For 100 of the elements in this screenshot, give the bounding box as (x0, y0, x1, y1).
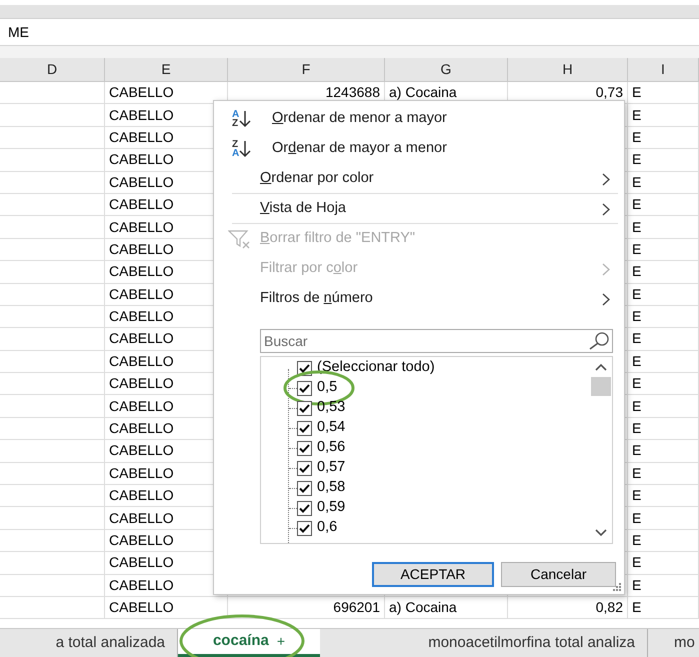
menu-item[interactable]: Z A Ordenar de mayor a menor (214, 134, 624, 164)
dialog-button[interactable]: Cancelar (501, 562, 616, 587)
scroll-thumb[interactable] (591, 377, 611, 396)
checkbox-label[interactable]: 0,54 (317, 417, 346, 439)
table-cell-text: E (632, 441, 642, 460)
search-field[interactable]: Buscar (260, 329, 613, 353)
checkbox[interactable] (297, 500, 312, 516)
table-cell-text: CABELLO (109, 553, 174, 572)
checkmark-icon (299, 504, 310, 512)
table-cell-text: 0,73 (596, 83, 623, 102)
chevron-right-icon (602, 292, 610, 306)
checkmark-icon (299, 464, 310, 472)
table-cell-text: CABELLO (109, 307, 174, 326)
sheet-tab[interactable]: mo (648, 629, 699, 657)
sheet-tab[interactable]: cocaína + (178, 629, 320, 657)
resize-grip-icon[interactable] (613, 583, 621, 591)
formula-bar-text: ME (8, 22, 29, 42)
table-cell-text: CABELLO (109, 598, 174, 618)
menu-item[interactable]: Ordenar por color (214, 164, 624, 194)
table-cell-text: CABELLO (109, 128, 174, 147)
checkbox-label[interactable]: 0,57 (317, 457, 346, 479)
menu-item[interactable]: A Z Ordenar de menor a mayor (214, 104, 624, 134)
checkbox[interactable] (297, 400, 312, 416)
menu-item[interactable]: Vista de Hoja (214, 194, 624, 224)
table-cell-text: CABELLO (109, 218, 174, 237)
search-input[interactable]: Buscar (264, 330, 588, 352)
column-header[interactable]: D (0, 58, 105, 81)
checkbox[interactable] (297, 520, 312, 536)
checkbox-label[interactable]: 0,58 (317, 477, 346, 499)
table-cell-text: CABELLO (109, 441, 174, 460)
clear-filter-icon (228, 229, 252, 249)
table-cell-text: 1243688 (325, 83, 380, 102)
menu-item-label: Ordenar de mayor a menor (272, 139, 448, 158)
table-cell-text: CABELLO (109, 83, 174, 102)
menu-item-label: Filtrar por color (260, 259, 359, 278)
table-cell-text: CABELLO (109, 396, 174, 416)
checkmark-icon (299, 404, 310, 412)
column-header[interactable]: H (508, 58, 628, 81)
scroll-down-icon[interactable] (595, 529, 607, 537)
checkbox[interactable] (297, 480, 312, 496)
table-cell-text: E (632, 240, 642, 259)
table-cell-text: E (632, 352, 642, 371)
table-cell-text: E (632, 150, 642, 170)
table-cell-text: CABELLO (109, 486, 174, 506)
table-cell-text: E (632, 106, 642, 125)
checkbox-label[interactable]: 0,56 (317, 437, 346, 459)
menu-item-label: Borrar filtro de "ENTRY" (260, 229, 416, 248)
checkbox-label[interactable]: 0,59 (317, 497, 346, 519)
table-cell-text: E (632, 598, 642, 618)
table-cell-text: E (632, 329, 642, 348)
checkbox[interactable] (297, 440, 312, 456)
column-header[interactable]: I (628, 58, 699, 81)
table-cell-text: E (632, 83, 642, 102)
column-header[interactable]: G (385, 58, 508, 81)
table-cell-text: E (632, 508, 642, 528)
search-icon (588, 332, 610, 350)
checkbox-label[interactable]: 0,5 (317, 377, 338, 399)
menu-item-label: Ordenar de menor a mayor (272, 109, 448, 128)
sheet-tab[interactable]: monoacetilmorfina total analiza (320, 629, 648, 657)
scroll-up-icon[interactable] (595, 363, 607, 371)
table-cell-text: CABELLO (109, 352, 174, 371)
checkbox-label[interactable]: (Seleccionar todo) (317, 357, 435, 379)
table-cell-text: E (632, 486, 642, 506)
checkbox-label[interactable]: 0,53 (317, 397, 346, 419)
checkbox[interactable] (297, 380, 312, 396)
table-cell-text: CABELLO (109, 240, 174, 259)
table-cell-text: CABELLO (109, 106, 174, 125)
table-cell-text: E (632, 284, 642, 304)
menu-item-label: Ordenar por color (260, 169, 375, 188)
table-cell-text: E (632, 307, 642, 326)
table-cell-text: 0,82 (596, 598, 623, 618)
table-cell-text: a) Cocaina (389, 598, 457, 618)
table-cell-text: E (632, 464, 642, 483)
menu-item-label: Vista de Hoja (260, 199, 347, 218)
table-cell-text: CABELLO (109, 150, 174, 170)
table-cell-text: CABELLO (109, 329, 174, 348)
table-cell-text: E (632, 172, 642, 192)
checkbox[interactable] (297, 420, 312, 436)
table-cell-text: CABELLO (109, 464, 174, 483)
checkbox[interactable] (297, 460, 312, 476)
checkmark-icon (299, 444, 310, 452)
checkmark-icon (299, 424, 310, 432)
table-cell-text: E (632, 218, 642, 237)
column-header[interactable]: E (105, 58, 228, 81)
table-cell-text: CABELLO (109, 576, 174, 595)
table-cell-text: E (632, 195, 642, 214)
table-cell-text: CABELLO (109, 195, 174, 214)
table-cell-text: E (632, 531, 642, 550)
menu-item[interactable]: Filtros de número (214, 284, 624, 314)
table-cell-text: CABELLO (109, 262, 174, 282)
dialog-button[interactable]: ACEPTAR (372, 562, 494, 587)
checkmark-icon (299, 364, 310, 372)
table-cell-text: E (632, 576, 642, 595)
menu-item-label: Filtros de número (260, 289, 374, 308)
chevron-right-icon (602, 202, 610, 216)
table-cell-text: E (632, 396, 642, 416)
checkbox-label[interactable]: 0,6 (317, 517, 338, 539)
chevron-right-icon (602, 172, 610, 186)
chevron-right-icon (602, 262, 610, 276)
column-header[interactable]: F (228, 58, 385, 81)
